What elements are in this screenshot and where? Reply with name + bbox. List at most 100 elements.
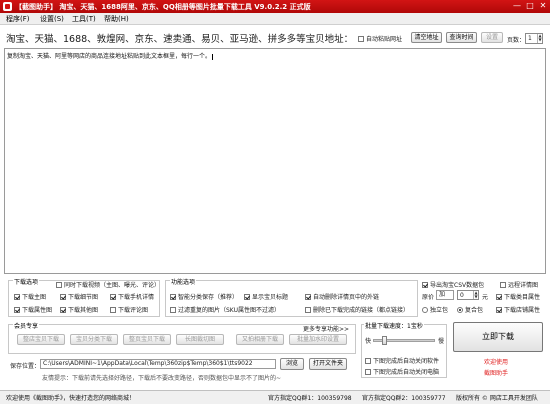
- title-bar: 【截图助手】 淘宝、天猫、1688阿里、京东、QQ相册等图片批量下载工具 V9.…: [0, 0, 550, 13]
- album-download-button[interactable]: 又拍相册下载: [236, 334, 284, 345]
- download-video-checkbox[interactable]: 同时下载视频（主图、曝光、评论）: [56, 280, 160, 289]
- filter-duplicates-checkbox[interactable]: 过滤重复的图片（SKU属性图不过滤）: [170, 305, 280, 314]
- text-cursor: [212, 53, 214, 60]
- checkbox-box[interactable]: [14, 306, 20, 313]
- checkbox-box[interactable]: [305, 293, 311, 300]
- checkbox-box[interactable]: [110, 293, 116, 300]
- url-headline: 淘宝、天猫、1688、敦煌网、京东、速卖通、易贝、亚马逊、拼多多等宝贝地址：: [6, 34, 354, 45]
- shop-download-button[interactable]: 整店宝贝下载: [17, 334, 65, 345]
- show-title-label: 显示宝贝标题: [252, 294, 289, 301]
- package-shared-label: 复合包: [465, 307, 484, 314]
- more-member-features-link[interactable]: 更多专享功能>>: [303, 324, 349, 333]
- clear-address-button[interactable]: 清空地址: [411, 32, 442, 43]
- download-options-title: 下载选项: [13, 277, 40, 286]
- menu-tools[interactable]: 工具(T): [72, 14, 96, 24]
- download-shop-attr-label: 下载店铺属性: [504, 307, 541, 314]
- spinner-arrows-icon[interactable]: ▲ ▼: [473, 291, 478, 299]
- export-csv-label: 导出淘宝CSV数据包: [430, 282, 485, 289]
- checkbox-box[interactable]: [14, 293, 20, 300]
- download-review-image-checkbox[interactable]: 下载评论图: [110, 305, 148, 314]
- url-textarea[interactable]: 复制淘宝、天猫、阿里等网店的商品连接地址粘贴到此文本框里，每行一个。: [4, 48, 546, 274]
- filter-duplicates-label: 过滤重复的图片（SKU属性图不过滤）: [178, 307, 280, 314]
- save-path-value: C:\Users\ADMINI~1\AppData\Local\Temp\360…: [43, 360, 253, 367]
- speed-slider-thumb[interactable]: [382, 336, 387, 345]
- minimize-button[interactable]: —: [511, 1, 523, 11]
- checkbox-box[interactable]: [496, 306, 502, 313]
- menu-bar: 程序(F) 设置(S) 工具(T) 帮助(H): [0, 13, 550, 25]
- speed-slow-label: 慢: [438, 338, 445, 345]
- checkbox-box[interactable]: [365, 368, 371, 375]
- query-time-button[interactable]: 查询时间: [446, 32, 477, 43]
- download-mobile-detail-checkbox[interactable]: 下载手机详情: [110, 292, 154, 301]
- category-download-button[interactable]: 宝贝分类下载: [70, 334, 118, 345]
- page-download-button[interactable]: 整页宝贝下载: [123, 334, 171, 345]
- delete-finished-links-label: 删除已下载完成的链接（都点链接）: [313, 307, 410, 314]
- export-csv-checkbox[interactable]: 导出淘宝CSV数据包: [422, 280, 484, 289]
- welcome-link[interactable]: 欢迎使用: [484, 357, 508, 366]
- auto-paste-label: 自动粘贴网址: [366, 36, 403, 43]
- download-main-image-checkbox[interactable]: 下载主图: [14, 292, 46, 301]
- download-attribute-image-checkbox[interactable]: 下载属性图: [14, 305, 52, 314]
- start-download-button[interactable]: 立即下载: [453, 322, 543, 352]
- maximize-button[interactable]: □: [524, 1, 536, 11]
- checkbox-box[interactable]: [60, 293, 66, 300]
- checkbox-box[interactable]: [496, 293, 502, 300]
- close-app-after-checkbox[interactable]: 下图完成后自动关闭软件: [365, 356, 439, 365]
- download-other-image-checkbox[interactable]: 下载其他图: [60, 305, 98, 314]
- price-adjust-value: 0: [460, 292, 464, 299]
- speed-slider[interactable]: [373, 336, 435, 345]
- help-link[interactable]: 截图助手: [484, 368, 508, 377]
- checkbox-box[interactable]: [170, 306, 176, 313]
- close-button[interactable]: ✕: [537, 1, 549, 11]
- download-shop-attr-checkbox[interactable]: 下载店铺属性: [496, 305, 540, 314]
- package-single-label: 独立包: [430, 307, 449, 314]
- smart-category-checkbox[interactable]: 智能分类保存（推荐）: [170, 292, 238, 301]
- checkbox-box[interactable]: [422, 281, 428, 288]
- menu-settings[interactable]: 设置(S): [40, 14, 64, 24]
- delete-finished-links-checkbox[interactable]: 删除已下载完成的链接（都点链接）: [305, 305, 409, 314]
- spinner-arrows-icon[interactable]: ▲ ▼: [537, 34, 542, 43]
- radio-dot[interactable]: [457, 306, 463, 313]
- shutdown-after-checkbox[interactable]: 下图完成后自动关闭电脑: [365, 367, 439, 376]
- radio-dot[interactable]: [422, 306, 428, 313]
- checkbox-box[interactable]: [110, 306, 116, 313]
- status-qq-group-2: 官方指定QQ群2：100359777: [362, 395, 446, 402]
- remote-detail-checkbox[interactable]: 远程详情图: [500, 280, 538, 289]
- download-category-attr-checkbox[interactable]: 下载类目属性: [496, 292, 540, 301]
- price-adjust-spinner[interactable]: 0 ▲ ▼: [457, 290, 479, 300]
- checkbox-box[interactable]: [305, 306, 311, 313]
- menu-program[interactable]: 程序(F): [6, 14, 30, 24]
- watermark-settings-button[interactable]: 批量加水印设置: [289, 334, 347, 345]
- status-copyright: 版权所有 © 网店工具开发团队: [456, 395, 538, 402]
- package-single-radio[interactable]: 独立包: [422, 305, 448, 314]
- save-path-input[interactable]: C:\Users\ADMINI~1\AppData\Local\Temp\360…: [40, 359, 276, 369]
- checkbox-box[interactable]: [60, 306, 66, 313]
- pages-spinner[interactable]: 1 ▲ ▼: [525, 33, 543, 44]
- checkbox-box[interactable]: [56, 281, 62, 288]
- download-detail-image-checkbox[interactable]: 下载细节图: [60, 292, 98, 301]
- window-title: 【截图助手】 淘宝、天猫、1688阿里、京东、QQ相册等图片批量下载工具 V9.…: [15, 3, 311, 11]
- package-shared-radio[interactable]: 复合包: [457, 305, 483, 314]
- download-detail-image-label: 下载细节图: [68, 294, 99, 301]
- checkbox-box[interactable]: [170, 293, 176, 300]
- remove-external-links-checkbox[interactable]: 自动删除详情页中的外链: [305, 292, 379, 301]
- download-other-image-label: 下载其他图: [68, 307, 99, 314]
- settings-button[interactable]: 设置: [481, 32, 503, 43]
- open-folder-button[interactable]: 打开文件夹: [309, 358, 347, 370]
- close-app-after-label: 下图完成后自动关闭软件: [373, 358, 440, 365]
- function-options-title: 功能选项: [170, 277, 197, 286]
- status-qq-group-1: 官方指定QQ群1：100359798: [268, 395, 352, 402]
- long-image-crop-button[interactable]: 长图裁切图: [176, 334, 224, 345]
- checkbox-box[interactable]: [358, 35, 364, 42]
- pages-label: 页数：: [507, 37, 526, 44]
- pages-value: 1: [528, 35, 532, 42]
- price-mode-select[interactable]: 加: [436, 290, 454, 300]
- checkbox-box[interactable]: [500, 281, 506, 288]
- download-category-attr-label: 下载类目属性: [504, 294, 541, 301]
- show-title-checkbox[interactable]: 显示宝贝标题: [244, 292, 288, 301]
- checkbox-box[interactable]: [244, 293, 250, 300]
- browse-button[interactable]: 浏览: [280, 358, 304, 370]
- menu-help[interactable]: 帮助(H): [104, 14, 129, 24]
- checkbox-box[interactable]: [365, 357, 371, 364]
- auto-paste-checkbox[interactable]: 自动粘贴网址: [358, 34, 402, 43]
